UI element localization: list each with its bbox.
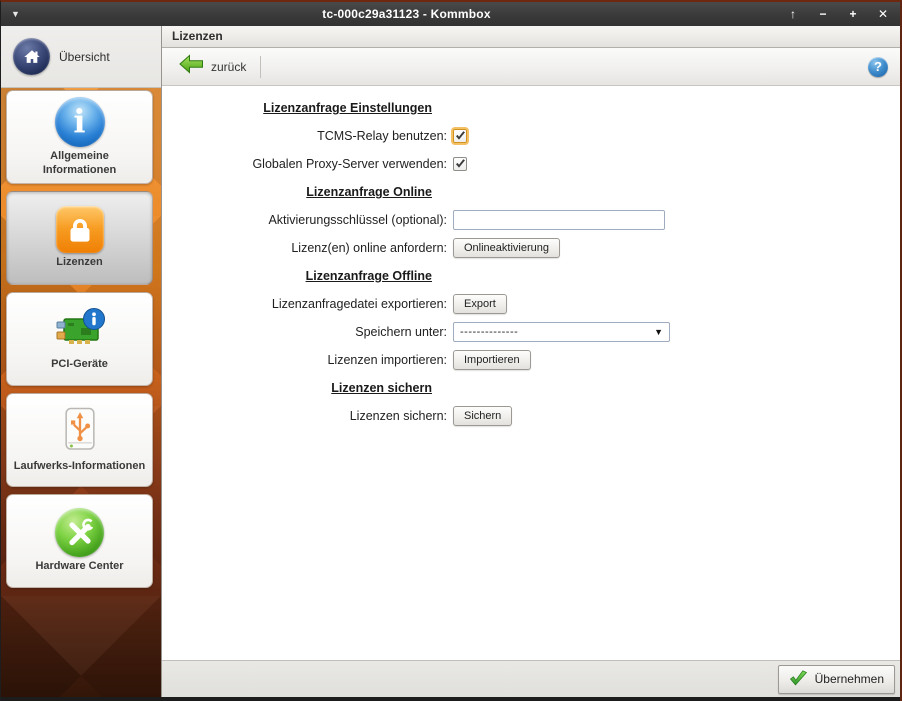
backup-licenses-label: Lizenzen sichern: bbox=[162, 409, 447, 423]
toolbar: zurück ? bbox=[162, 48, 900, 86]
page-title: Lizenzen bbox=[162, 26, 900, 48]
save-under-label: Speichern unter: bbox=[162, 325, 447, 339]
activation-key-input[interactable] bbox=[453, 210, 665, 230]
global-proxy-label: Globalen Proxy-Server verwenden: bbox=[162, 157, 447, 171]
section-heading-online: Lizenzanfrage Online bbox=[162, 185, 447, 199]
window-menu-icon[interactable]: ▼ bbox=[11, 9, 27, 19]
back-button[interactable]: zurück bbox=[174, 52, 250, 81]
home-icon bbox=[13, 38, 50, 75]
checkmark-icon bbox=[789, 670, 808, 689]
usb-drive-icon bbox=[59, 406, 101, 457]
main-panel: Lizenzen zurück bbox=[161, 26, 900, 697]
sidebar-item-allgemeine-informationen[interactable]: i Allgemeine Informationen bbox=[6, 90, 153, 184]
tools-icon bbox=[55, 508, 104, 557]
minimize-window-icon[interactable]: − bbox=[816, 7, 830, 21]
export-request-label: Lizenzanfragedatei exportieren: bbox=[162, 297, 447, 311]
pci-card-icon bbox=[54, 306, 106, 355]
select-value: -------------- bbox=[460, 326, 654, 338]
back-button-label: zurück bbox=[211, 60, 246, 74]
activation-key-label: Aktivierungsschlüssel (optional): bbox=[162, 213, 447, 227]
importieren-button[interactable]: Importieren bbox=[453, 350, 531, 370]
section-heading-einstellungen: Lizenzanfrage Einstellungen bbox=[162, 101, 447, 115]
sidebar-item-label: Hardware Center bbox=[35, 560, 123, 574]
sidebar-item-hardware-center[interactable]: Hardware Center bbox=[6, 494, 153, 588]
global-proxy-checkbox[interactable] bbox=[453, 157, 467, 171]
shade-window-icon[interactable]: ↑ bbox=[786, 7, 800, 21]
app-window: ▼ tc-000c29a31123 - Kommbox ↑ − + ✕ Über… bbox=[0, 0, 902, 701]
save-under-select[interactable]: -------------- ▼ bbox=[453, 322, 670, 342]
sidebar-item-laufwerks-informationen[interactable]: Laufwerks-Informationen bbox=[6, 393, 153, 487]
export-button[interactable]: Export bbox=[453, 294, 507, 314]
sichern-button[interactable]: Sichern bbox=[453, 406, 512, 426]
online-request-label: Lizenz(en) online anfordern: bbox=[162, 241, 447, 255]
back-arrow-icon bbox=[178, 54, 204, 79]
chevron-down-icon: ▼ bbox=[654, 327, 663, 337]
toolbar-separator bbox=[260, 56, 261, 78]
maximize-window-icon[interactable]: + bbox=[846, 7, 860, 21]
tcms-relay-label: TCMS-Relay benutzen: bbox=[162, 129, 447, 143]
sidebar-item-lizenzen[interactable]: Lizenzen bbox=[6, 191, 153, 285]
license-form: Lizenzanfrage Einstellungen TCMS-Relay b… bbox=[162, 86, 900, 660]
sidebar-item-label: Lizenzen bbox=[56, 256, 102, 270]
sidebar-item-label: Laufwerks-Informationen bbox=[14, 460, 145, 474]
section-heading-offline: Lizenzanfrage Offline bbox=[162, 269, 447, 283]
sidebar: Übersicht i Allgemeine Informationen bbox=[1, 26, 161, 697]
lock-icon bbox=[56, 206, 104, 253]
help-icon[interactable]: ? bbox=[868, 57, 888, 77]
titlebar: ▼ tc-000c29a31123 - Kommbox ↑ − + ✕ bbox=[1, 2, 900, 26]
sidebar-item-label: Übersicht bbox=[59, 50, 110, 64]
close-window-icon[interactable]: ✕ bbox=[876, 7, 890, 21]
footer-bar: Übernehmen bbox=[162, 660, 900, 697]
uebernehmen-button-label: Übernehmen bbox=[815, 672, 884, 686]
window-title: tc-000c29a31123 - Kommbox bbox=[27, 7, 786, 21]
sidebar-item-uebersicht[interactable]: Übersicht bbox=[1, 26, 161, 88]
info-icon: i bbox=[55, 97, 105, 147]
tcms-relay-checkbox[interactable] bbox=[453, 129, 467, 143]
section-heading-sichern: Lizenzen sichern bbox=[162, 381, 447, 395]
onlineaktivierung-button[interactable]: Onlineaktivierung bbox=[453, 238, 560, 258]
sidebar-item-label: Allgemeine Informationen bbox=[14, 150, 146, 178]
sidebar-item-pci-geraete[interactable]: PCI-Geräte bbox=[6, 292, 153, 386]
import-licenses-label: Lizenzen importieren: bbox=[162, 353, 447, 367]
uebernehmen-button[interactable]: Übernehmen bbox=[778, 665, 895, 694]
sidebar-item-label: PCI-Geräte bbox=[51, 358, 108, 372]
